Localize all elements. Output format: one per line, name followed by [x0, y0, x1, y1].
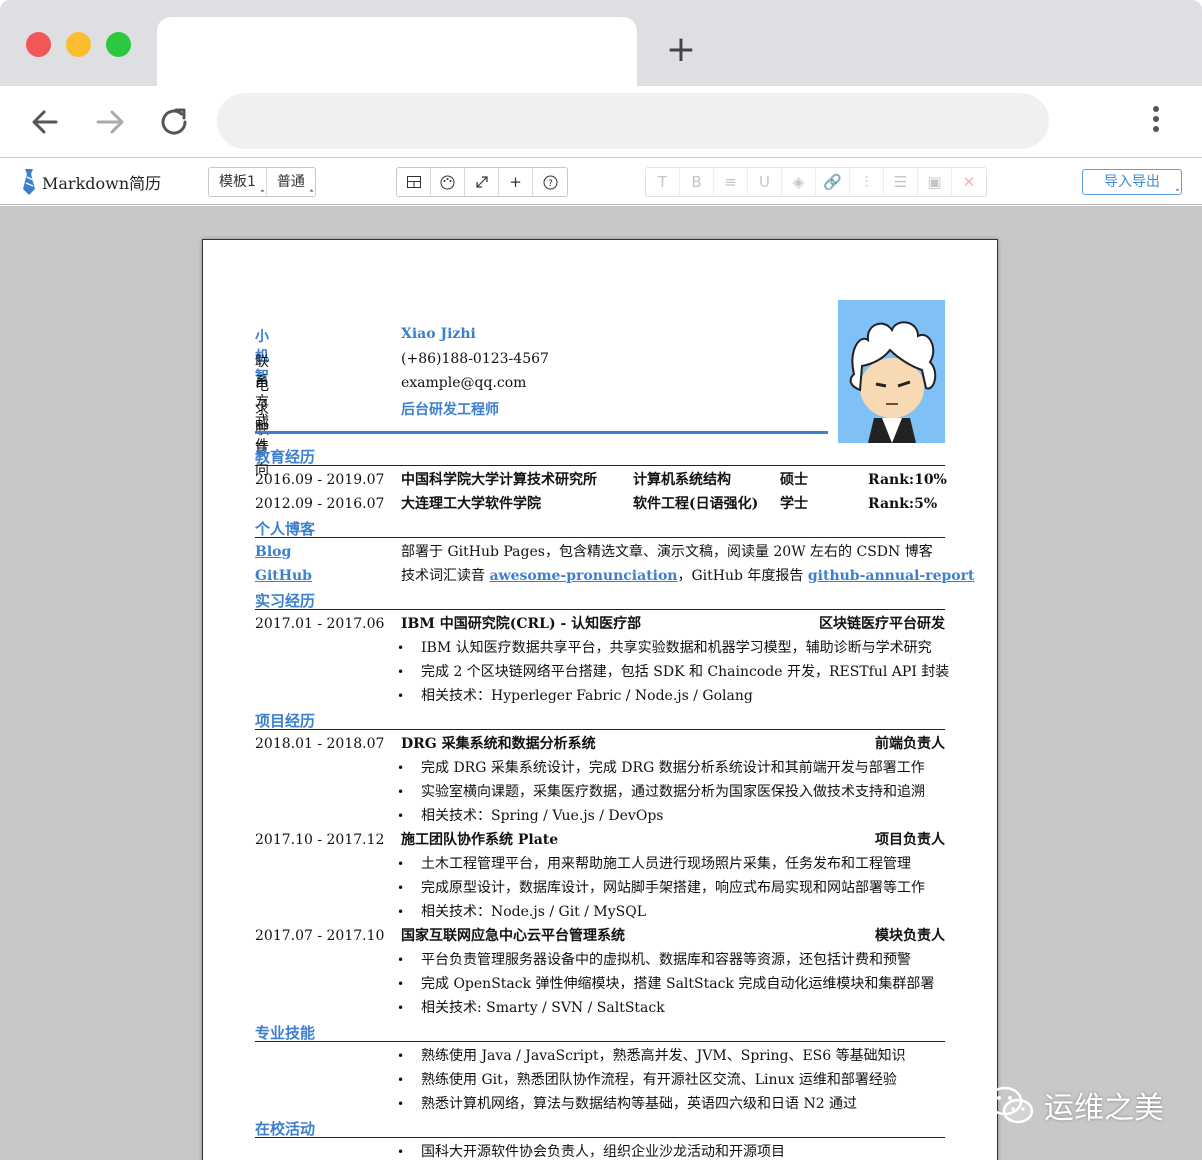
app-toolbar: Markdown简历 模板1 普通 + ? T B ≡ U ◈ 🔗 ⫶ ☰ ▣ ✕ 导入导出 [0, 159, 1202, 205]
section-projects: 项目经历 [255, 710, 945, 730]
list-item: 完成 DRG 采集系统设计，完成 DRG 数据分析系统设计和其前端开发与部署工作 [255, 756, 945, 780]
watermark-text: 运维之美 [1044, 1091, 1164, 1126]
list-item: 相关技术: Smarty / SVN / SaltStack [255, 996, 945, 1020]
address-bar[interactable] [217, 93, 1049, 149]
education-row: 2012.09 - 2016.07 大连理工大学软件学院 软件工程(日语强化) … [255, 496, 938, 512]
list-item: 完成 2 个区块链网络平台搭建，包括 SDK 和 Chaincode 开发，RE… [255, 660, 949, 684]
list-item: 相关技术：Spring / Vue.js / DevOps [255, 804, 945, 828]
browser-nav-bar [0, 86, 1202, 158]
contact-value: (+86)188-0123-4567 [401, 351, 549, 367]
import-export-button[interactable]: 导入导出 [1082, 169, 1182, 195]
back-arrow-icon[interactable] [26, 102, 66, 142]
svg-text:?: ? [548, 179, 553, 189]
blog-row: Blog 部署于 GitHub Pages，包含精选文章、演示文稿，阅读量 20… [255, 540, 945, 564]
name-en: Xiao Jizhi [401, 326, 476, 342]
job-label: 求职意向 [255, 402, 269, 478]
section-intern: 实习经历 [255, 590, 945, 610]
list-icon[interactable]: ≡ [714, 168, 748, 196]
list-item: 平台负责管理服务器设备中的虚拟机、数据库和容器等资源，还包括计费和预警 [255, 948, 945, 972]
reload-icon[interactable] [154, 102, 194, 142]
plus-icon[interactable]: + [499, 168, 533, 196]
fullscreen-icon[interactable] [465, 168, 499, 196]
app-title: Markdown简历 [42, 174, 162, 193]
template-group: 模板1 普通 [208, 167, 316, 197]
blog-link[interactable]: Blog [255, 540, 291, 564]
list-item: 国科大开源软件协会负责人，组织企业沙龙活动和开源项目 [255, 1140, 945, 1160]
list-item: 实验室横向课题，采集医疗数据，通过数据分析为国家医保投入做技术支持和追溯 [255, 780, 945, 804]
format-tools-group: T B ≡ U ◈ 🔗 ⫶ ☰ ▣ ✕ [645, 167, 987, 197]
github-annual-report-link[interactable]: github-annual-report [808, 568, 975, 584]
project-header: 2017.10 - 2017.12 施工团队协作系统 Plate 项目负责人 [255, 832, 945, 848]
list-item: 熟练使用 Git，熟悉团队协作流程，有开源社区交流、Linux 运维和部署经验 [255, 1068, 945, 1092]
browser-tab[interactable] [157, 17, 637, 86]
list-item: 完成原型设计，数据库设计，网站脚手架搭建，响应式布局实现和网站部署等工作 [255, 876, 945, 900]
list-item: 完成 OpenStack 弹性伸缩模块，搭建 SaltStack 完成自动化运维… [255, 972, 945, 996]
maximize-window-button[interactable] [106, 32, 131, 57]
list-item: 熟悉计算机网络，算法与数据结构等基础，英语四六级和日语 N2 通过 [255, 1092, 945, 1116]
section-skills: 专业技能 [255, 1022, 945, 1042]
close-window-button[interactable] [26, 32, 51, 57]
job-value: 后台研发工程师 [401, 402, 499, 418]
fill-icon[interactable]: ◈ [782, 168, 816, 196]
help-icon[interactable]: ? [533, 168, 567, 196]
center-icon[interactable]: ☰ [884, 168, 918, 196]
list-item: 相关技术：Hyperleger Fabric / Node.js / Golan… [255, 684, 945, 708]
header-divider [255, 431, 828, 434]
watermark: 运维之美 [986, 1083, 1164, 1127]
list-item: 土木工程管理平台，用来帮助施工人员进行现场照片采集，任务发布和工程管理 [255, 852, 945, 876]
mode-select[interactable]: 普通 [267, 168, 315, 196]
section-education: 教育经历 [255, 446, 945, 466]
wechat-icon [987, 1086, 1034, 1124]
project-header: 2017.07 - 2017.10 国家互联网应急中心云平台管理系统 模块负责人 [255, 928, 945, 944]
education-row: 2016.09 - 2019.07 中国科学院大学计算技术研究所 计算机系统结构… [255, 472, 947, 488]
bold-icon[interactable]: B [680, 168, 714, 196]
list-item: 熟练使用 Java / JavaScript，熟悉高并发、JVM、Spring、… [255, 1044, 945, 1068]
tie-icon [23, 169, 35, 195]
awesome-pronunciation-link[interactable]: awesome-pronunciation [489, 568, 677, 584]
palette-icon[interactable] [431, 168, 465, 196]
app-logo[interactable]: Markdown简历 [22, 169, 161, 195]
section-campus: 在校活动 [255, 1118, 945, 1138]
text-icon[interactable]: T [646, 168, 680, 196]
underline-icon[interactable]: U [748, 168, 782, 196]
github-row: GitHub 技术词汇读音 awesome-pronunciation，GitH… [255, 564, 974, 588]
link-icon[interactable]: 🔗 [816, 168, 850, 196]
editor-workspace: 小机智 Xiao Jizhi 联系方式 (+86)188-0123-4567 电… [0, 206, 1202, 1160]
image-icon[interactable]: ▣ [918, 168, 952, 196]
forward-arrow-icon[interactable] [90, 102, 130, 142]
new-tab-button[interactable]: + [662, 30, 700, 70]
browser-tab-strip: + [0, 0, 1202, 86]
delete-icon[interactable]: ✕ [952, 168, 986, 196]
align-icon[interactable]: ⫶ [850, 168, 884, 196]
template-select[interactable]: 模板1 [209, 168, 267, 196]
project-header: 2018.01 - 2018.07 DRG 采集系统和数据分析系统 前端负责人 [255, 736, 945, 752]
email-value: example@qq.com [401, 375, 527, 391]
view-tools-group: + ? [396, 167, 568, 197]
layout-icon[interactable] [397, 168, 431, 196]
kebab-menu-icon[interactable] [1148, 102, 1164, 142]
section-blog: 个人博客 [255, 518, 945, 538]
avatar[interactable] [838, 300, 945, 443]
github-link[interactable]: GitHub [255, 564, 312, 588]
intern-header: 2017.01 - 2017.06 IBM 中国研究院(CRL) - 认知医疗部… [255, 616, 945, 632]
list-item: 相关技术：Node.js / Git / MySQL [255, 900, 945, 924]
resume-paper: 小机智 Xiao Jizhi 联系方式 (+86)188-0123-4567 电… [202, 239, 998, 1160]
minimize-window-button[interactable] [66, 32, 91, 57]
list-item: IBM 认知医疗数据共享平台，共享实验数据和机器学习模型，辅助诊断与学术研究 [255, 636, 945, 660]
